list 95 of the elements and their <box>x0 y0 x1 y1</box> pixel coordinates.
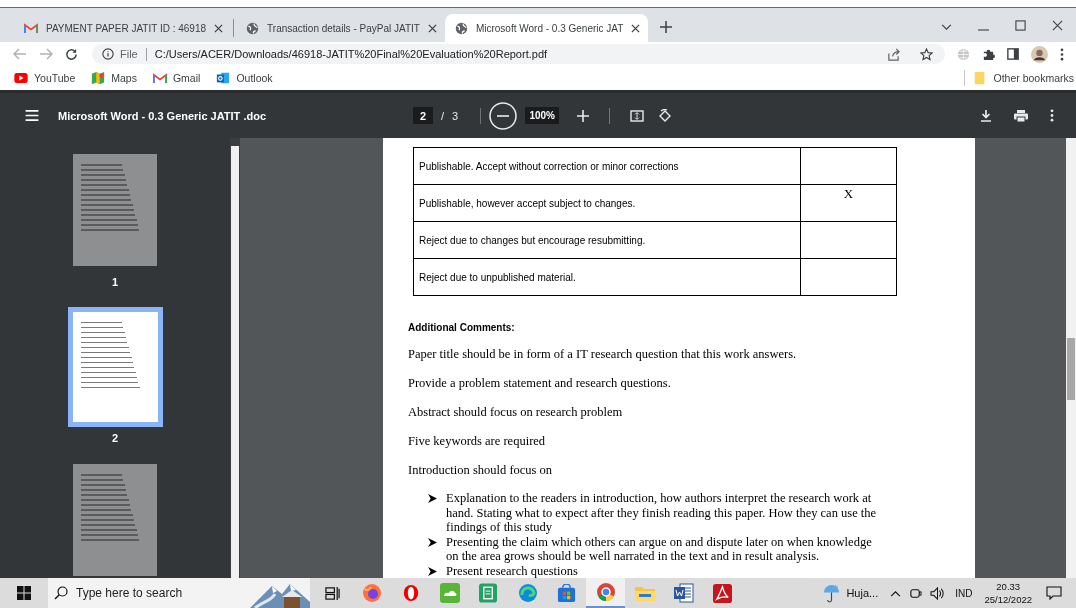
globe-icon <box>454 21 468 35</box>
bookmark[interactable]: Maps <box>91 71 137 85</box>
more-icon[interactable] <box>1060 47 1064 61</box>
close-icon[interactable] <box>631 23 641 33</box>
tab-title: PAYMENT PAPER JATIT ID : 46918 <box>46 22 207 34</box>
menu-icon[interactable] <box>25 110 39 121</box>
folder-icon <box>634 585 655 601</box>
clock-time[interactable]: 20.33 <box>996 580 1021 593</box>
zoom-in-icon[interactable] <box>577 109 590 122</box>
share-icon[interactable] <box>887 47 900 61</box>
page-count: 3 <box>452 109 459 122</box>
notification-icon[interactable] <box>1046 586 1062 600</box>
table-cell: Publishable, however accept subject to changes. <box>414 185 801 221</box>
speaker-icon[interactable] <box>930 586 946 600</box>
mail-icon <box>216 71 231 85</box>
new-tab-icon[interactable] <box>660 21 673 33</box>
zoom-field[interactable]: 100% <box>525 107 560 124</box>
scrollbar[interactable] <box>1066 138 1076 578</box>
tab-title: Transaction details - PayPal JATIT <box>267 22 420 34</box>
chrome-icon <box>595 582 616 602</box>
zoom-out-icon[interactable] <box>489 101 518 130</box>
map-icon <box>91 71 106 85</box>
document-app-icon <box>479 583 498 603</box>
download-icon[interactable] <box>980 109 992 122</box>
paragraph: Five keywords are required <box>408 433 547 449</box>
bullet-arrow-icon <box>428 537 437 547</box>
scrollbar[interactable] <box>230 138 240 578</box>
page-number: 1 <box>111 276 119 288</box>
search-field[interactable]: Type here to search <box>76 586 196 600</box>
task-view-icon <box>325 585 340 601</box>
bookmark[interactable]: YouTube <box>14 72 76 84</box>
maximize-icon[interactable] <box>1015 20 1026 31</box>
search-icon <box>54 586 68 600</box>
clock-date[interactable]: 25/12/2022 <box>984 593 1032 606</box>
document-title: Microsoft Word - 0.3 Generic JATIT .doc <box>58 109 267 122</box>
reload-icon[interactable] <box>65 47 78 61</box>
globe-icon <box>246 21 260 35</box>
bookmark[interactable]: Gmail <box>152 72 201 84</box>
table-cell: X <box>843 186 854 202</box>
paragraph: Provide a problem statement and research questions. <box>408 375 672 391</box>
table-cell: Reject due to changes but encourage resubmitting. <box>414 222 801 258</box>
cloud-app-icon <box>439 583 460 603</box>
windows-start-icon[interactable] <box>17 586 31 600</box>
list-item: Explanation to the readers in introduction, how authors interpret the research work at hand. Stating what to expect after they finish reading this paper. How they can use the findings of this study <box>446 491 878 535</box>
tab-title: Microsoft Word - 0.3 Generic JAT <box>475 22 624 34</box>
wave-browser-icon <box>517 583 538 603</box>
puzzle-icon[interactable] <box>982 47 995 61</box>
bullet-arrow-icon <box>428 494 437 503</box>
bookmark-folder[interactable]: Other bookmarks <box>973 71 1074 85</box>
flame-globe-icon <box>361 583 382 603</box>
mail-icon <box>152 72 167 84</box>
print-icon[interactable] <box>1014 109 1028 122</box>
info-icon[interactable] <box>102 48 114 60</box>
rotate-icon[interactable] <box>658 108 673 123</box>
section-heading: Additional Comments: <box>408 322 516 333</box>
bullet-arrow-icon <box>428 566 437 576</box>
paragraph: Abstract should focus on research problem <box>408 404 624 420</box>
weather-text[interactable]: Huja... <box>846 587 879 599</box>
browser-tab[interactable]: PAYMENT PAPER JATIT ID : 46918 <box>14 14 232 42</box>
chevron-up-icon[interactable] <box>890 589 902 597</box>
address-bar[interactable]: File C:/Users/ACER/Downloads/46918-JATIT%20Final%20Evaluation%20Report.pdf <box>92 44 945 64</box>
side-panel-icon[interactable] <box>1007 48 1019 60</box>
more-icon[interactable] <box>1050 109 1054 122</box>
avatar-icon[interactable] <box>1031 45 1048 63</box>
table-cell: Publishable. Accept without correction or minor corrections <box>414 148 801 184</box>
bookmark[interactable]: Outlook <box>216 71 273 85</box>
page-number-field[interactable]: 2 <box>413 107 433 124</box>
chevron-down-icon[interactable] <box>941 24 952 31</box>
close-icon[interactable] <box>427 23 437 33</box>
table-cell: Reject due to unpublished material. <box>414 259 801 295</box>
page-separator: / <box>441 109 445 122</box>
browser-tab[interactable]: Transaction details - PayPal JATIT <box>236 14 445 42</box>
page-number: 2 <box>111 432 119 444</box>
list-item: Present research questions <box>446 563 579 578</box>
umbrella-rain-icon[interactable] <box>823 583 841 603</box>
store-bag-icon <box>557 583 576 603</box>
fit-page-icon[interactable] <box>630 109 645 122</box>
paragraph: Introduction should focus on <box>408 462 554 478</box>
pdf-reader-icon <box>713 583 732 603</box>
list-item: Presenting the claim which others can argue on and dispute later on when knowledge on the area grows should be well narrated in the text and in result analysis. <box>446 534 873 564</box>
close-icon[interactable] <box>214 23 224 33</box>
play-icon <box>14 73 28 83</box>
paragraph: Paper title should be in form of a IT research question that this work answers. <box>408 346 798 362</box>
star-icon[interactable] <box>920 47 933 61</box>
close-icon[interactable] <box>1052 20 1063 31</box>
url-text: C:/Users/ACER/Downloads/46918-JATIT%20Final%20Evaluation%20Report.pdf <box>154 48 548 60</box>
page-thumbnail[interactable] <box>73 464 157 576</box>
camera-icon[interactable] <box>909 586 923 600</box>
scheme-label: File <box>120 48 138 60</box>
mail-icon <box>24 22 38 34</box>
opera-o-icon <box>401 583 420 603</box>
page-thumbnail[interactable] <box>73 154 157 266</box>
language-indicator[interactable]: IND <box>955 587 973 599</box>
browser-tab[interactable]: Microsoft Word - 0.3 Generic JAT <box>444 14 649 42</box>
word-document-icon <box>673 583 694 603</box>
